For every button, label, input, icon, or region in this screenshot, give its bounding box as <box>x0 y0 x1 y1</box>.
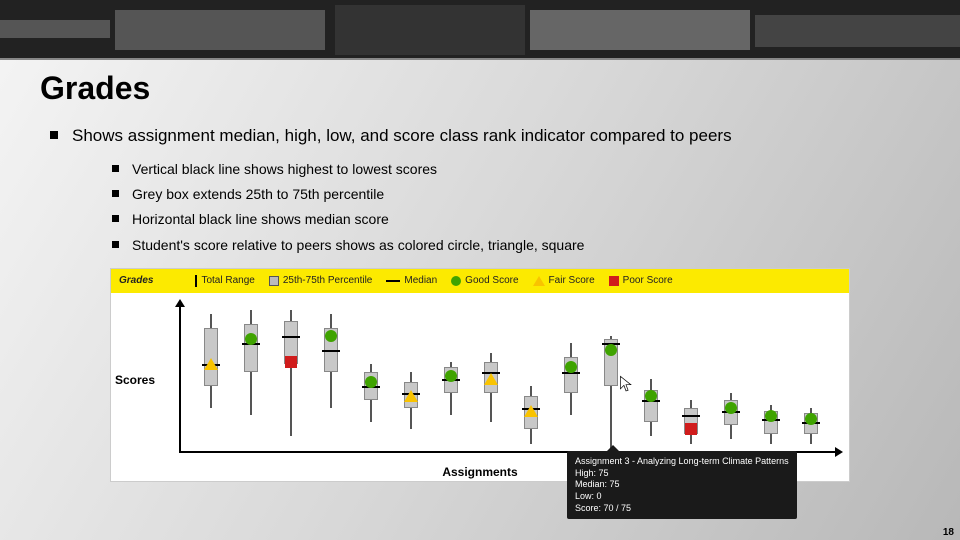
tooltip-low: Low: 0 <box>575 491 789 503</box>
cursor-icon <box>619 375 633 393</box>
legend-fair: Fair Score <box>533 275 595 286</box>
tooltip-title: Assignment 3 - Analyzing Long-term Clima… <box>575 456 789 468</box>
legend-total-range: Total Range <box>195 275 254 287</box>
good-marker[interactable] <box>445 370 457 382</box>
chart-plot-area: Scores Assignments Assignment 3 - Analyz… <box>111 293 849 481</box>
box-item[interactable] <box>804 307 818 451</box>
slide-title: Grades <box>40 70 920 107</box>
tooltip-score: Score: 70 / 75 <box>575 503 789 515</box>
box-item[interactable] <box>484 307 498 451</box>
x-axis-label: Assignments <box>442 465 517 479</box>
fair-marker[interactable] <box>204 358 218 370</box>
box-item[interactable] <box>364 307 378 451</box>
good-marker[interactable] <box>365 376 377 388</box>
header-image-band <box>0 0 960 60</box>
box-item[interactable] <box>324 307 338 451</box>
box-item[interactable] <box>204 307 218 451</box>
triangle-icon <box>533 276 545 286</box>
range-icon <box>195 275 197 287</box>
good-marker[interactable] <box>805 413 817 425</box>
box-item[interactable] <box>724 307 738 451</box>
good-marker[interactable] <box>725 402 737 414</box>
legend-poor: Poor Score <box>609 275 673 286</box>
fair-marker[interactable] <box>484 373 498 385</box>
tooltip-median: Median: 75 <box>575 479 789 491</box>
main-bullet-list: Shows assignment median, high, low, and … <box>40 125 920 258</box>
good-marker[interactable] <box>245 333 257 345</box>
sub-bullet: Horizontal black line shows median score <box>112 207 920 232</box>
chart-legend-bar: Grades Total Range 25th-75th Percentile … <box>111 269 849 293</box>
legend-median: Median <box>386 275 437 286</box>
box-item[interactable] <box>604 307 618 451</box>
y-axis-line <box>179 305 181 453</box>
sub-bullet: Grey box extends 25th to 75th percentile <box>112 182 920 207</box>
good-marker[interactable] <box>565 361 577 373</box>
main-bullet: Shows assignment median, high, low, and … <box>50 125 920 258</box>
sub-bullet: Student's score relative to peers shows … <box>112 233 920 258</box>
box-item[interactable] <box>684 307 698 451</box>
box-item[interactable] <box>644 307 658 451</box>
box-item[interactable] <box>244 307 258 451</box>
chart-header-text: Grades <box>119 275 153 286</box>
good-marker[interactable] <box>645 390 657 402</box>
plot-region: Assignment 3 - Analyzing Long-term Clima… <box>191 307 829 451</box>
square-icon <box>609 276 619 286</box>
circle-icon <box>451 276 461 286</box>
sub-bullet-list: Vertical black line shows highest to low… <box>72 157 920 258</box>
box-item[interactable] <box>404 307 418 451</box>
chart-tooltip: Assignment 3 - Analyzing Long-term Clima… <box>567 451 797 519</box>
good-marker[interactable] <box>325 330 337 342</box>
arrow-up-icon <box>175 299 185 307</box>
poor-marker[interactable] <box>285 356 297 368</box>
legend-good: Good Score <box>451 275 518 286</box>
box-item[interactable] <box>764 307 778 451</box>
box-item[interactable] <box>444 307 458 451</box>
box-item[interactable] <box>284 307 298 451</box>
fair-marker[interactable] <box>404 390 418 402</box>
y-axis-label: Scores <box>115 373 155 387</box>
grades-chart: Grades Total Range 25th-75th Percentile … <box>110 268 850 482</box>
fair-marker[interactable] <box>524 405 538 417</box>
box-item[interactable] <box>564 307 578 451</box>
page-number: 18 <box>943 527 954 538</box>
good-marker[interactable] <box>765 410 777 422</box>
poor-marker[interactable] <box>685 423 697 435</box>
main-bullet-text: Shows assignment median, high, low, and … <box>72 126 732 145</box>
good-marker[interactable] <box>605 344 617 356</box>
line-icon <box>386 280 400 282</box>
tooltip-high: High: 75 <box>575 468 789 480</box>
arrow-right-icon <box>835 447 843 457</box>
box-icon <box>269 276 279 286</box>
legend-percentile: 25th-75th Percentile <box>269 275 373 286</box>
sub-bullet: Vertical black line shows highest to low… <box>112 157 920 182</box>
slide-content: Grades Shows assignment median, high, lo… <box>0 60 960 482</box>
box-item[interactable] <box>524 307 538 451</box>
